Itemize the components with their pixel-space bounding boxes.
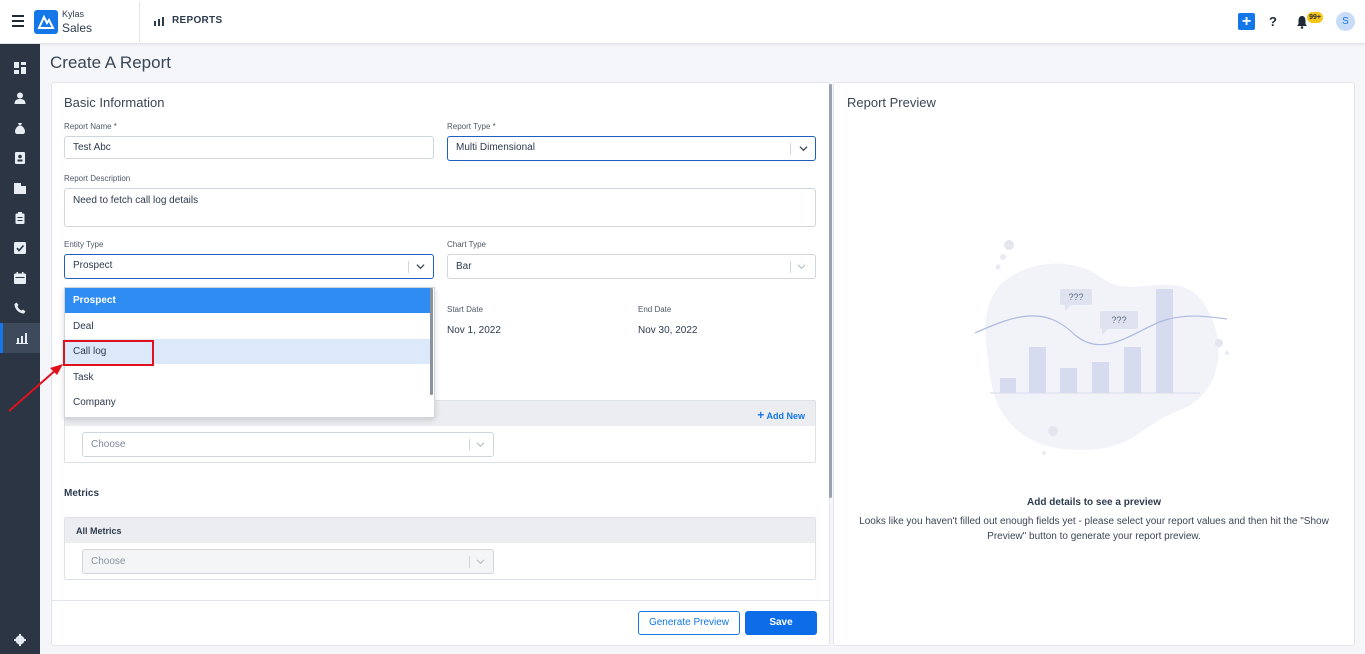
- calendar-icon[interactable]: [0, 263, 40, 293]
- dropdown-option-prospect[interactable]: Prospect: [65, 288, 432, 313]
- preview-empty-description: Looks like you haven't filled out enough…: [859, 516, 1329, 542]
- notification-badge: 99+: [1307, 12, 1323, 23]
- company-building-icon[interactable]: [0, 173, 40, 203]
- metrics-panel: All Metrics Choose: [64, 517, 816, 580]
- metrics-panel-header: [65, 518, 815, 543]
- menu-icon[interactable]: [12, 15, 24, 27]
- chevron-down-icon[interactable]: [799, 144, 808, 153]
- sidebar: [0, 44, 40, 654]
- user-avatar[interactable]: S: [1336, 12, 1355, 31]
- dropdown-option-task[interactable]: Task: [65, 365, 432, 390]
- chevron-down-icon[interactable]: [476, 440, 485, 449]
- report-description-label: Report Description: [64, 174, 131, 183]
- reports-icon: [154, 17, 164, 26]
- kylas-logo-icon[interactable]: [34, 10, 58, 34]
- generate-preview-button[interactable]: Generate Preview: [638, 611, 740, 635]
- chevron-down-icon[interactable]: [797, 262, 806, 271]
- entity-type-select[interactable]: Prospect: [64, 254, 434, 279]
- chevron-down-icon[interactable]: [416, 262, 425, 271]
- form-scrollbar[interactable]: [829, 84, 832, 498]
- add-new-label: Add New: [766, 411, 805, 421]
- brand-name: Kylas: [62, 9, 85, 19]
- phone-icon[interactable]: [0, 293, 40, 323]
- report-name-input[interactable]: Test Abc: [64, 136, 434, 159]
- select-divider: [469, 556, 470, 568]
- start-date-value[interactable]: Nov 1, 2022: [447, 325, 501, 336]
- report-type-select[interactable]: Multi Dimensional: [447, 136, 816, 161]
- report-name-label: Report Name *: [64, 122, 117, 131]
- user-icon[interactable]: [0, 83, 40, 113]
- start-date-label: Start Date: [447, 305, 484, 314]
- chart-type-value: Bar: [456, 261, 472, 272]
- help-icon[interactable]: ?: [1269, 14, 1277, 29]
- chevron-down-icon: [476, 559, 485, 565]
- all-metrics-label: All Metrics: [76, 526, 122, 536]
- select-divider: [408, 261, 409, 273]
- report-type-label: Report Type *: [447, 122, 496, 131]
- dropdown-scrollbar[interactable]: [430, 288, 433, 395]
- highlight-box: [63, 340, 154, 366]
- entity-type-value: Prospect: [73, 260, 113, 271]
- top-bar: Kylas Sales REPORTS + ? 99+ S: [0, 0, 1365, 44]
- metrics-select[interactable]: Choose: [82, 549, 494, 574]
- question-bubble-2: ???: [1111, 315, 1126, 325]
- dimension-placeholder: Choose: [91, 439, 126, 450]
- preview-empty-title: Add details to see a preview: [1027, 497, 1161, 508]
- reports-nav-icon[interactable]: [0, 323, 40, 353]
- add-button[interactable]: +: [1238, 13, 1255, 30]
- contact-card-icon[interactable]: [0, 143, 40, 173]
- dashboard-icon[interactable]: [0, 53, 40, 83]
- entity-type-label: Entity Type: [64, 240, 104, 249]
- select-divider: [469, 439, 470, 451]
- select-divider: [790, 261, 791, 273]
- metrics-placeholder: Choose: [91, 556, 126, 567]
- settings-gear-icon[interactable]: [0, 625, 40, 654]
- brand-product: Sales: [62, 21, 93, 35]
- dropdown-option-deal[interactable]: Deal: [65, 314, 432, 339]
- dropdown-option-company[interactable]: Company: [65, 390, 432, 415]
- form-footer-divider: [52, 600, 829, 601]
- report-description-textarea[interactable]: Need to fetch call log details: [64, 188, 816, 227]
- money-bag-icon[interactable]: [0, 113, 40, 143]
- basic-info-title: Basic Information: [64, 95, 165, 110]
- header-divider: [139, 2, 140, 42]
- report-type-value: Multi Dimensional: [456, 142, 535, 153]
- end-date-value[interactable]: Nov 30, 2022: [638, 325, 698, 336]
- chart-type-select[interactable]: Bar: [447, 254, 816, 279]
- metrics-title: Metrics: [64, 488, 100, 499]
- empty-chart-illustration: ??? ???: [974, 240, 1229, 455]
- task-check-icon[interactable]: [0, 233, 40, 263]
- question-bubble-1: ???: [1068, 292, 1083, 302]
- page-title: Create A Report: [50, 53, 171, 72]
- chart-type-label: Chart Type: [447, 240, 486, 249]
- add-new-link[interactable]: + Add New: [757, 408, 805, 422]
- save-button[interactable]: Save: [745, 611, 817, 635]
- section-title: REPORTS: [172, 15, 223, 26]
- preview-title: Report Preview: [847, 95, 936, 110]
- end-date-label: End Date: [638, 305, 672, 314]
- plus-icon: +: [757, 408, 765, 422]
- clipboard-icon[interactable]: [0, 203, 40, 233]
- select-divider: [790, 143, 791, 155]
- annotation-arrow-icon: [8, 364, 63, 412]
- dimension-select[interactable]: Choose: [82, 432, 494, 457]
